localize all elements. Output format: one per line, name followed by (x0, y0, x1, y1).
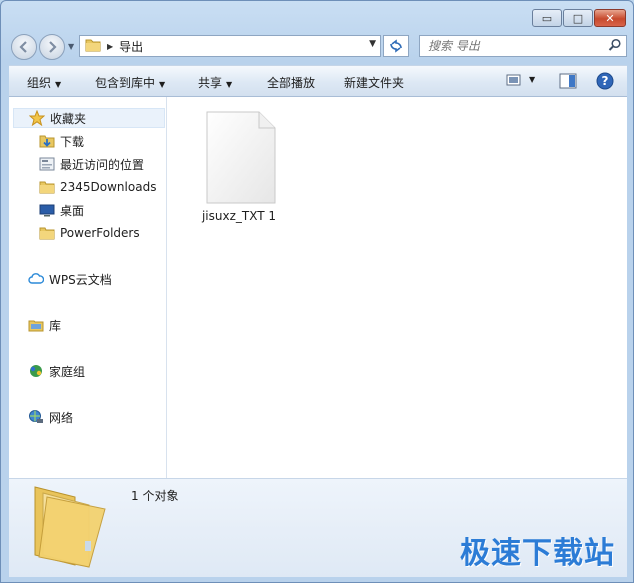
chevron-down-icon: ▼ (55, 80, 62, 89)
organize-menu[interactable]: 组织 ▼ (27, 74, 61, 91)
close-icon: ✕ (605, 11, 615, 25)
command-bar: 组织 ▼ 包含到库中 ▼ 共享 ▼ 全部播放 新建文件夹 ▼ ? (9, 65, 627, 97)
share-label: 共享 (198, 76, 223, 90)
recent-pages-dropdown[interactable]: ▼ (68, 42, 74, 51)
sidebar-item-libraries[interactable]: 库 (28, 315, 61, 335)
sidebar-item-homegroup[interactable]: 家庭组 (28, 361, 85, 381)
help-button[interactable]: ? (596, 72, 614, 93)
file-item[interactable] (201, 111, 281, 208)
view-options-dropdown-icon[interactable]: ▼ (529, 75, 535, 84)
minimize-icon: ▭ (541, 11, 553, 25)
change-view-button[interactable] (506, 73, 522, 90)
maximize-button[interactable]: □ (563, 9, 593, 27)
caption-buttons: ▭ □ ✕ (532, 9, 626, 27)
sidebar-item-label: 库 (49, 318, 62, 333)
forward-arrow-icon (49, 41, 57, 53)
search-box[interactable] (419, 35, 627, 57)
explorer-window: ▭ □ ✕ ▼ ▶ 导出 ▼ 组织▼ (0, 0, 634, 583)
file-list: jisuxz_TXT 1 (167, 97, 627, 478)
sidebar-item-label: 家庭组 (49, 364, 86, 379)
address-bar[interactable]: ▶ 导出 ▼ (79, 35, 381, 57)
sidebar-item-label: WPS云文档 (49, 272, 112, 287)
homegroup-icon (28, 363, 44, 379)
cloud-icon (28, 271, 44, 287)
sidebar-item-label: 网络 (49, 410, 74, 425)
sidebar-item-label: 下载 (60, 134, 85, 149)
sidebar-item-2345downloads[interactable]: 2345Downloads (39, 177, 156, 197)
sidebar-item-label: PowerFolders (60, 226, 140, 240)
sidebar-item-recent-places[interactable]: 最近访问的位置 (39, 154, 144, 174)
close-button[interactable]: ✕ (594, 9, 626, 27)
sidebar-item-label: 2345Downloads (60, 180, 157, 194)
watermark: 极速下载站 (460, 536, 615, 571)
chevron-down-icon: ▼ (159, 80, 166, 89)
library-icon (28, 317, 44, 333)
sidebar-item-network[interactable]: 网络 (28, 407, 73, 427)
sidebar-item-desktop[interactable]: 桌面 (39, 200, 84, 220)
preview-pane-button[interactable] (559, 73, 577, 92)
sidebar-item-label: 最近访问的位置 (60, 157, 145, 172)
sidebar-item-downloads[interactable]: 下载 (39, 131, 84, 151)
forward-button[interactable] (39, 34, 65, 60)
sidebar-item-wps-cloud[interactable]: WPS云文档 (28, 269, 112, 289)
organize-label: 组织 (27, 76, 52, 90)
breadcrumb-item[interactable]: 导出 (119, 38, 143, 55)
desktop-icon (39, 202, 55, 218)
svg-text:?: ? (602, 74, 609, 88)
view-icon (506, 74, 521, 86)
maximize-icon: □ (572, 11, 584, 25)
folder-icon (39, 179, 55, 195)
help-icon: ? (596, 72, 614, 90)
include-in-library-label: 包含到库中 (95, 76, 156, 90)
search-input[interactable] (426, 38, 600, 54)
star-icon (29, 110, 45, 126)
navigation-bar: ▼ ▶ 导出 ▼ (9, 33, 627, 61)
refresh-button[interactable] (383, 35, 409, 57)
large-folder-icon (34, 486, 106, 568)
address-dropdown-icon[interactable]: ▼ (369, 39, 376, 49)
recent-places-icon (39, 156, 55, 172)
preview-pane-icon (559, 73, 577, 89)
new-folder-button[interactable]: 新建文件夹 (344, 74, 404, 91)
sidebar-item-powerfolders[interactable]: PowerFolders (39, 223, 140, 243)
blank-file-icon (206, 111, 276, 204)
network-icon (28, 409, 44, 425)
back-arrow-icon (19, 41, 27, 53)
sidebar-item-label: 收藏夹 (50, 111, 87, 126)
search-icon[interactable] (608, 38, 622, 56)
download-folder-icon (39, 133, 55, 149)
share-menu[interactable]: 共享 ▼ (198, 74, 232, 91)
play-all-button[interactable]: 全部播放 (267, 74, 315, 91)
folder-icon (39, 225, 55, 241)
refresh-icon (390, 39, 402, 53)
chevron-down-icon: ▼ (226, 80, 233, 89)
file-name[interactable]: jisuxz_TXT 1 (189, 209, 289, 223)
minimize-button[interactable]: ▭ (532, 9, 562, 27)
back-button[interactable] (11, 34, 37, 60)
chevron-right-icon[interactable]: ▶ (107, 42, 113, 51)
sidebar-item-label: 桌面 (60, 203, 85, 218)
include-in-library-menu[interactable]: 包含到库中 ▼ (95, 74, 165, 91)
item-count: 1 个对象 (131, 489, 179, 503)
navigation-pane: 收藏夹 下载 最近访问的位置 2345Downloads 桌面 PowerFol… (9, 97, 167, 478)
sidebar-item-favorites[interactable]: 收藏夹 (13, 108, 165, 128)
folder-icon (85, 38, 101, 55)
